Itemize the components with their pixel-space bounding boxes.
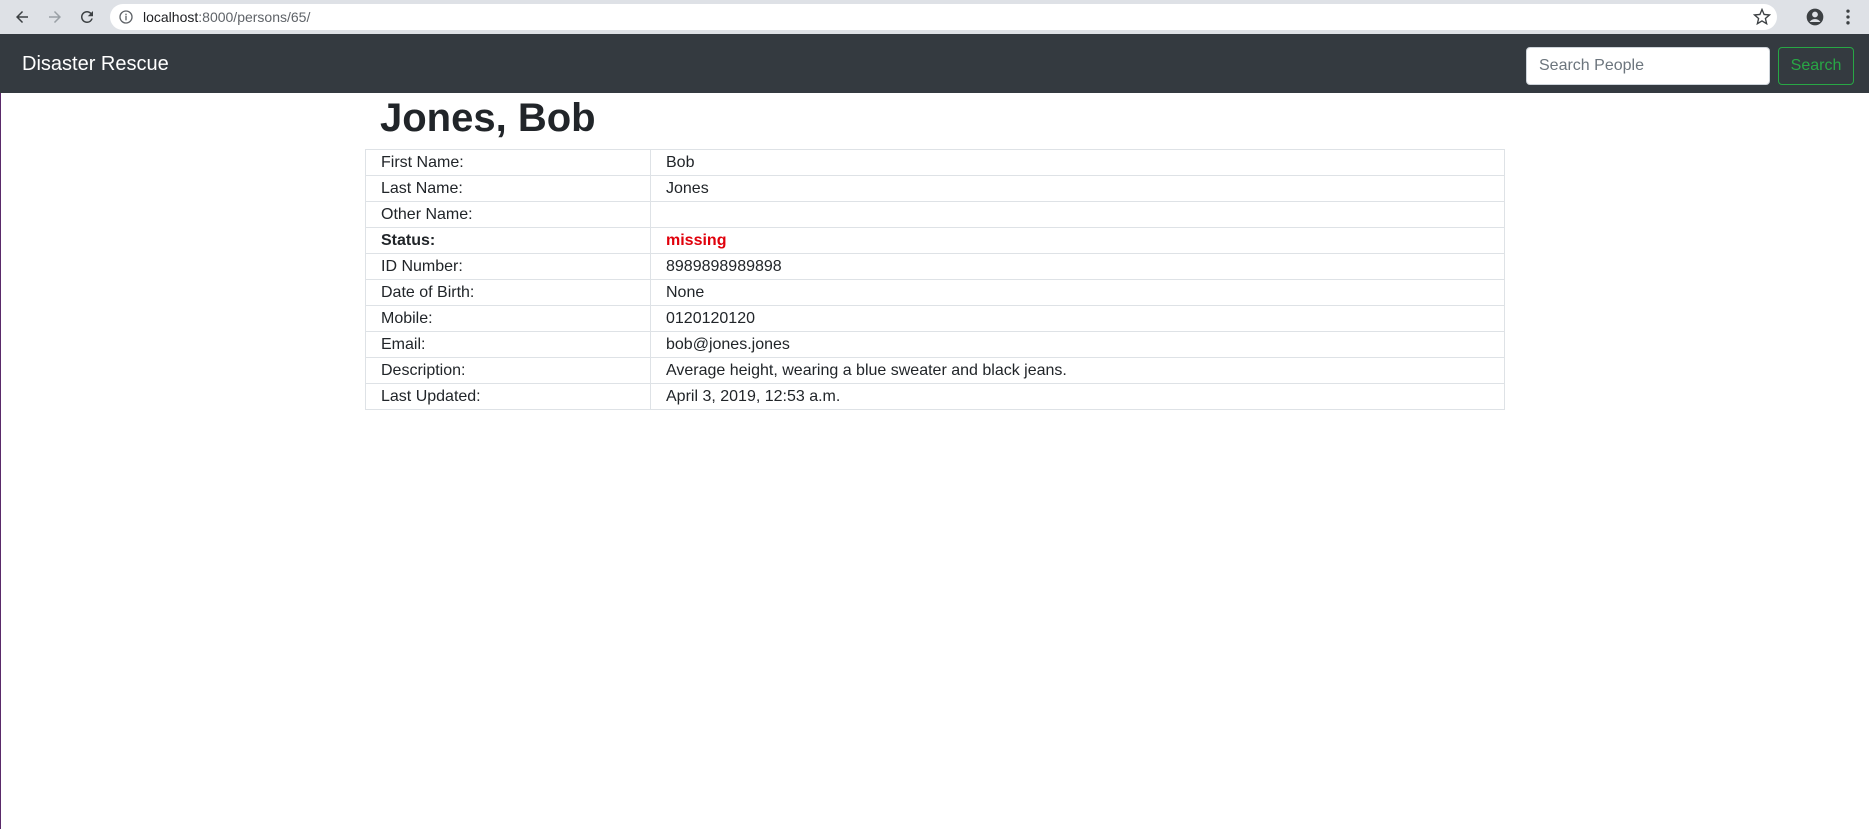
- last-updated-value: April 3, 2019, 12:53 a.m.: [650, 383, 1505, 410]
- url-host: localhost: [143, 9, 199, 25]
- status-label: Status:: [365, 227, 651, 254]
- other-name-value: [650, 201, 1505, 228]
- table-row: Last Name: Jones: [365, 175, 1505, 202]
- search-input[interactable]: [1526, 47, 1770, 85]
- table-row: Mobile: 0120120120: [365, 305, 1505, 332]
- search-button[interactable]: Search: [1778, 47, 1854, 85]
- bookmark-star-icon[interactable]: [1753, 8, 1771, 26]
- back-icon[interactable]: [10, 5, 34, 29]
- brand-link[interactable]: Disaster Rescue: [22, 53, 169, 76]
- menu-icon[interactable]: [1838, 7, 1858, 27]
- url-text: localhost:8000/persons/65/: [143, 9, 310, 25]
- email-label: Email:: [365, 331, 651, 358]
- mobile-label: Mobile:: [365, 305, 651, 332]
- date-of-birth-label: Date of Birth:: [365, 279, 651, 306]
- id-number-value: 8989898989898: [650, 253, 1505, 280]
- first-name-value: Bob: [650, 149, 1505, 176]
- email-value: bob@jones.jones: [650, 331, 1505, 358]
- page-title: Jones, Bob: [380, 96, 596, 140]
- id-number-label: ID Number:: [365, 253, 651, 280]
- browser-toolbar: localhost:8000/persons/65/: [0, 0, 1869, 34]
- address-bar[interactable]: localhost:8000/persons/65/: [110, 4, 1777, 30]
- person-details-table: First Name: Bob Last Name: Jones Other N…: [365, 149, 1505, 410]
- table-row: ID Number: 8989898989898: [365, 253, 1505, 280]
- app-navbar: Disaster Rescue Search: [0, 34, 1869, 93]
- date-of-birth-value: None: [650, 279, 1505, 306]
- first-name-label: First Name:: [365, 149, 651, 176]
- table-row: First Name: Bob: [365, 149, 1505, 176]
- description-label: Description:: [365, 357, 651, 384]
- table-row: Date of Birth: None: [365, 279, 1505, 306]
- reload-icon[interactable]: [75, 5, 99, 29]
- url-path: :8000/persons/65/: [198, 9, 311, 25]
- forward-icon[interactable]: [43, 5, 67, 29]
- table-row: Description: Average height, wearing a b…: [365, 357, 1505, 384]
- info-icon[interactable]: [118, 9, 134, 25]
- status-value: missing: [650, 227, 1505, 254]
- table-row: Status: missing: [365, 227, 1505, 254]
- window-edge: [0, 93, 1, 829]
- table-row: Other Name:: [365, 201, 1505, 228]
- description-value: Average height, wearing a blue sweater a…: [650, 357, 1505, 384]
- other-name-label: Other Name:: [365, 201, 651, 228]
- last-name-value: Jones: [650, 175, 1505, 202]
- profile-icon[interactable]: [1805, 7, 1825, 27]
- last-name-label: Last Name:: [365, 175, 651, 202]
- mobile-value: 0120120120: [650, 305, 1505, 332]
- table-row: Last Updated: April 3, 2019, 12:53 a.m.: [365, 383, 1505, 410]
- table-row: Email: bob@jones.jones: [365, 331, 1505, 358]
- last-updated-label: Last Updated:: [365, 383, 651, 410]
